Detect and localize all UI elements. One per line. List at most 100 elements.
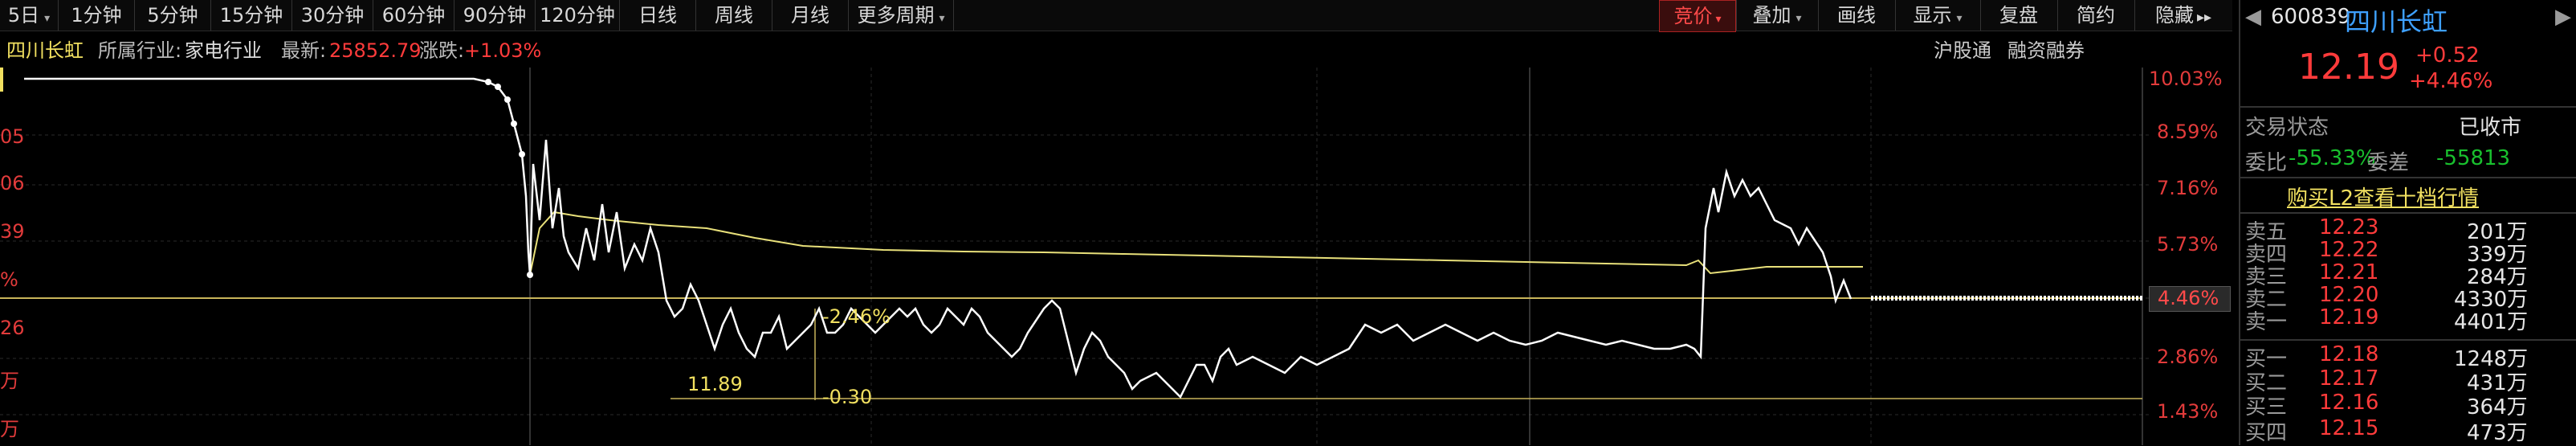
ask-level-label: 卖一: [2245, 310, 2288, 334]
latest-value: 25852.79: [329, 39, 422, 62]
ask-row[interactable]: 卖五 12.23 201万: [2240, 215, 2576, 244]
left-axis-label: %: [0, 268, 18, 291]
trade-status-value: 已收市: [2459, 116, 2522, 140]
trade-status-label: 交易状态: [2245, 116, 2329, 140]
y-axis-label: 5.73%: [2157, 233, 2219, 256]
buy-l2-link[interactable]: 购买L2查看十档行情: [2287, 182, 2479, 211]
divider: [2240, 212, 2576, 214]
divider: [2240, 106, 2576, 108]
period-weekly-button[interactable]: 周线: [696, 0, 772, 31]
period-60min-button[interactable]: 60分钟: [373, 0, 454, 31]
simple-button[interactable]: 简约: [2057, 0, 2134, 31]
left-axis-label: 39: [0, 220, 25, 243]
divider: [2240, 339, 2576, 341]
stock-name: 四川长虹: [6, 39, 84, 62]
period-5day-dropdown[interactable]: 5日 ▾: [0, 0, 59, 31]
bid-price: 12.16: [2319, 391, 2379, 415]
ask-row[interactable]: 卖一 12.19 4401万: [2240, 305, 2576, 334]
hide-label: 隐藏: [2154, 4, 2194, 27]
low-price-label: 11.89: [687, 373, 743, 395]
left-axis-label: 万: [0, 370, 19, 392]
more-periods-label: 更多周期: [857, 4, 935, 27]
ask-price: 12.19: [2319, 305, 2379, 329]
chevron-down-icon: ▾: [1956, 12, 1963, 25]
industry-label: 所属行业:: [98, 39, 182, 62]
change-label: 涨跌:: [419, 39, 465, 62]
overlay-label: 叠加: [1752, 4, 1791, 27]
bid-level-label: 买四: [2245, 421, 2288, 445]
period-5min-button[interactable]: 5分钟: [135, 0, 211, 31]
bid-row[interactable]: 买二 12.17 431万: [2240, 366, 2576, 395]
intraday-chart[interactable]: -2.46% 11.89 -0.30 10.03% 8.59% 7.16% 5.…: [0, 68, 2232, 445]
left-axis-label: 06: [0, 172, 25, 194]
display-dropdown[interactable]: 显示 ▾: [1895, 0, 1979, 31]
y-axis-label: 10.03%: [2149, 68, 2223, 90]
bid-row[interactable]: 买一 12.18 1248万: [2240, 342, 2576, 371]
ask-price: 12.22: [2319, 238, 2379, 262]
period-more-dropdown[interactable]: 更多周期 ▾: [849, 0, 954, 31]
period-toolbar: 5日 ▾ 1分钟 5分钟 15分钟 30分钟 60分钟 90分钟 120分钟 日线…: [0, 0, 2232, 32]
chevron-down-icon: ▾: [1795, 12, 1802, 25]
period-15min-button[interactable]: 15分钟: [211, 0, 292, 31]
hide-button[interactable]: 隐藏 ▸▸: [2134, 0, 2232, 31]
bid-price: 12.15: [2319, 416, 2379, 440]
period-30min-button[interactable]: 30分钟: [292, 0, 373, 31]
current-pct-label: 4.46%: [2158, 287, 2219, 309]
chevron-down-icon: ▾: [939, 12, 945, 25]
y-axis-label: 2.86%: [2157, 346, 2219, 368]
period-monthly-button[interactable]: 月线: [772, 0, 849, 31]
quote-panel: ◀ 600839 四川长虹 ▶ 12.19 +0.52 +4.46% 交易状态 …: [2239, 0, 2576, 445]
draw-line-button[interactable]: 画线: [1818, 0, 1894, 31]
prev-stock-icon[interactable]: ◀: [2245, 5, 2261, 29]
period-90min-button[interactable]: 90分钟: [454, 0, 536, 31]
measure-pct-label: -2.46%: [822, 305, 891, 328]
period-120min-button[interactable]: 120分钟: [536, 0, 620, 31]
period-1min-button[interactable]: 1分钟: [59, 0, 135, 31]
average-price-line: [529, 211, 1863, 276]
replay-button[interactable]: 复盘: [1980, 0, 2056, 31]
weicha-value: -55813: [2436, 146, 2511, 170]
ask-volume: 4401万: [2454, 310, 2529, 334]
ask-row[interactable]: 卖三 12.21 284万: [2240, 260, 2576, 289]
current-pct-box: 4.46%: [2149, 286, 2231, 312]
bid-row[interactable]: 买四 12.15 473万: [2240, 416, 2576, 445]
stock-code: 600839: [2271, 5, 2351, 29]
price-line: [24, 77, 1853, 399]
y-axis-label: 7.16%: [2157, 177, 2219, 199]
change-value: +1.03%: [464, 39, 542, 62]
index-info-bar: 四川长虹 所属行业: 家电行业 最新: 25852.79 涨跌: +1.03% …: [0, 35, 2232, 66]
y-axis-label: 1.43%: [2157, 400, 2219, 423]
bid-price: 12.18: [2319, 342, 2379, 366]
bid-row[interactable]: 买三 12.16 364万: [2240, 391, 2576, 419]
left-axis-label: 05: [0, 125, 25, 148]
ask-price: 12.23: [2319, 215, 2379, 239]
divider: [2240, 177, 2576, 178]
latest-label: 最新:: [281, 39, 327, 62]
stock-name: 四川长虹: [2345, 6, 2448, 37]
bid-price: 12.17: [2319, 366, 2379, 391]
display-label: 显示: [1913, 4, 1952, 27]
margin-trading-link[interactable]: 融资融券: [2007, 35, 2085, 66]
current-price: 12.19: [2298, 47, 2399, 88]
ask-price: 12.20: [2319, 283, 2379, 307]
next-stock-icon[interactable]: ▶: [2555, 5, 2571, 29]
y-axis-label: 8.59%: [2157, 121, 2219, 143]
ask-row[interactable]: 卖四 12.22 339万: [2240, 238, 2576, 267]
left-axis-marker: [0, 68, 3, 92]
ask-row[interactable]: 卖二 12.20 4330万: [2240, 283, 2576, 312]
chart-grid: [0, 68, 2152, 445]
weibi-value: -55.33%: [2289, 146, 2376, 170]
weicha-label: 委差: [2367, 151, 2410, 175]
price-change-pct: +4.46%: [2409, 69, 2493, 93]
auction-button[interactable]: 竞价 ▾: [1659, 0, 1736, 32]
auction-label: 竞价: [1673, 5, 1713, 27]
ask-price: 12.21: [2319, 260, 2379, 284]
period-daily-button[interactable]: 日线: [620, 0, 696, 31]
double-chevron-right-icon: ▸▸: [2196, 9, 2212, 26]
period-label: 5日: [7, 4, 40, 27]
price-change: +0.52: [2415, 43, 2480, 68]
industry-value[interactable]: 家电行业: [185, 35, 262, 66]
chart-canvas: [0, 68, 2152, 445]
overlay-dropdown[interactable]: 叠加 ▾: [1736, 0, 1817, 31]
hk-connect-link[interactable]: 沪股通: [1934, 35, 1991, 66]
